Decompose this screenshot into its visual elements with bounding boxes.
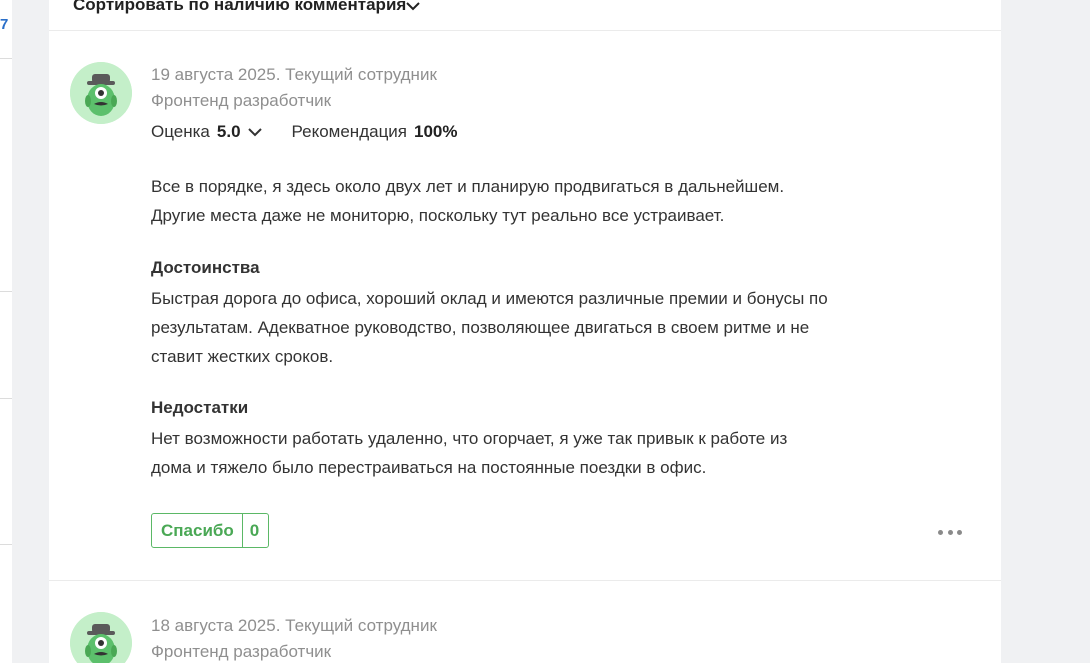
review-date: 18 августа 2025. Текущий сотрудник — [151, 616, 437, 635]
review-scores: Оценка 5.0 Рекомендация 100% — [151, 122, 458, 142]
dot — [957, 529, 962, 535]
chevron-down-icon[interactable] — [247, 126, 263, 138]
avatar — [70, 612, 132, 663]
review-position: Фронтенд разработчик — [151, 91, 332, 110]
review-text: Все в порядке, я здесь около двух лет и … — [151, 172, 871, 230]
sidebar-divider — [0, 291, 12, 292]
sidebar-number[interactable]: 7 — [0, 16, 8, 33]
review-date: 19 августа 2025. Текущий сотрудник — [151, 65, 437, 84]
rating-value[interactable]: 5.0 — [217, 122, 241, 142]
sort-bar[interactable]: Сортировать по наличию комментария — [49, 0, 1001, 31]
pros-title: Достоинства — [151, 258, 260, 277]
sidebar-divider — [0, 544, 12, 545]
chevron-down-icon[interactable] — [405, 0, 421, 12]
rating-label: Оценка — [151, 122, 210, 141]
cons-title: Недостатки — [151, 398, 249, 417]
recommend-label: Рекомендация — [291, 122, 408, 141]
sort-label[interactable]: Сортировать по наличию комментария — [73, 0, 406, 15]
more-horizontal-icon[interactable] — [938, 528, 962, 536]
monster-avatar-icon — [70, 612, 132, 663]
review-item: 18 августа 2025. Текущий сотрудник Фронт… — [49, 582, 1001, 663]
review-text-line: Все в порядке, я здесь около двух лет и … — [151, 177, 785, 196]
reviews-card: Сортировать по наличию комментария 19 ав… — [49, 0, 1001, 663]
thanks-count: 0 — [249, 520, 260, 540]
thanks-button[interactable]: Спасибо 0 — [151, 513, 270, 548]
cons-text: Нет возможности работать удаленно, что о… — [151, 424, 871, 482]
review-text-line: Другие места даже не мониторю, поскольку… — [151, 206, 725, 225]
avatar — [70, 62, 132, 124]
dot — [938, 529, 943, 535]
pros-text-line: ставит жестких сроков. — [151, 347, 334, 366]
pros-text-line: Быстрая дорога до офиса, хороший оклад и… — [151, 289, 828, 308]
review-item: 19 августа 2025. Текущий сотрудник Фронт… — [49, 31, 1001, 581]
review-position: Фронтенд разработчик — [151, 642, 332, 661]
pros-text: Быстрая дорога до офиса, хороший оклад и… — [151, 284, 871, 371]
cons-text-line: Нет возможности работать удаленно, что о… — [151, 429, 788, 448]
dot — [947, 529, 953, 535]
sidebar-divider — [0, 58, 12, 59]
pros-text-line: результатам. Адекватное руководство, поз… — [151, 318, 810, 337]
monster-avatar-icon — [70, 62, 132, 124]
left-sidebar-edge: 7 — [0, 0, 12, 663]
recommend-value: 100% — [414, 122, 458, 141]
sidebar-divider — [0, 398, 12, 399]
cons-text-line: дома и тяжело было перестраиваться на по… — [151, 458, 707, 477]
thanks-label[interactable]: Спасибо — [152, 514, 243, 547]
